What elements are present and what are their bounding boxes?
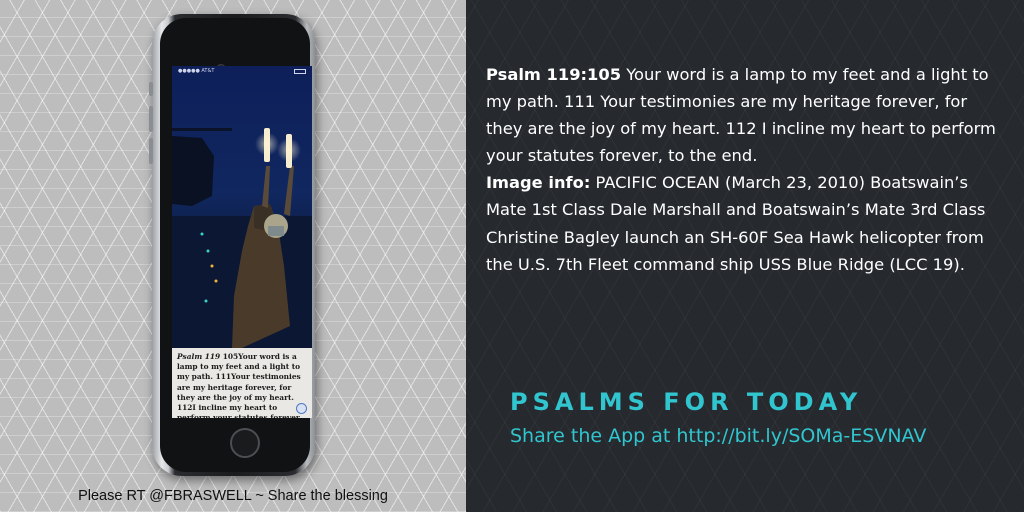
verse-card-reference: Psalm 119 bbox=[177, 352, 221, 361]
phone-volume-up bbox=[149, 106, 153, 132]
share-icon[interactable] bbox=[296, 403, 307, 414]
verse-card-text: Psalm 119 105Your word is a lamp to my f… bbox=[177, 352, 307, 418]
phone-status-bar: ●●●●● AT&T bbox=[172, 66, 312, 78]
share-prefix: Share the App at bbox=[510, 425, 671, 447]
phone-volume-down bbox=[149, 138, 153, 164]
phone-mute-switch bbox=[149, 82, 153, 96]
battery-icon bbox=[294, 69, 306, 74]
verse-card-body: 105Your word is a lamp to my feet and a … bbox=[177, 352, 302, 418]
status-carrier: ●●●●● AT&T bbox=[178, 68, 215, 74]
verse-card: Psalm 119 105Your word is a lamp to my f… bbox=[172, 348, 312, 418]
phone-screen: ●●●●● AT&T Psalm 119 105Your word is a l… bbox=[172, 66, 312, 418]
retweet-caption: Please RT @FBRASWELL ~ Share the blessin… bbox=[78, 488, 388, 504]
app-title: PSALMS FOR TODAY bbox=[510, 388, 863, 416]
share-url-link[interactable]: http://bit.ly/SOMa-ESVNAV bbox=[676, 425, 926, 447]
image-info-label: Image info: bbox=[486, 173, 591, 193]
verse-and-info-text: Psalm 119:105 Your word is a lamp to my … bbox=[486, 61, 1001, 278]
photo-illustration bbox=[172, 128, 312, 348]
verse-reference: Psalm 119:105 bbox=[486, 65, 622, 84]
share-line: Share the App at http://bit.ly/SOMa-ESVN… bbox=[510, 425, 926, 447]
home-button bbox=[230, 428, 260, 458]
flight-deck-photo: ●●●●● AT&T bbox=[172, 66, 312, 348]
